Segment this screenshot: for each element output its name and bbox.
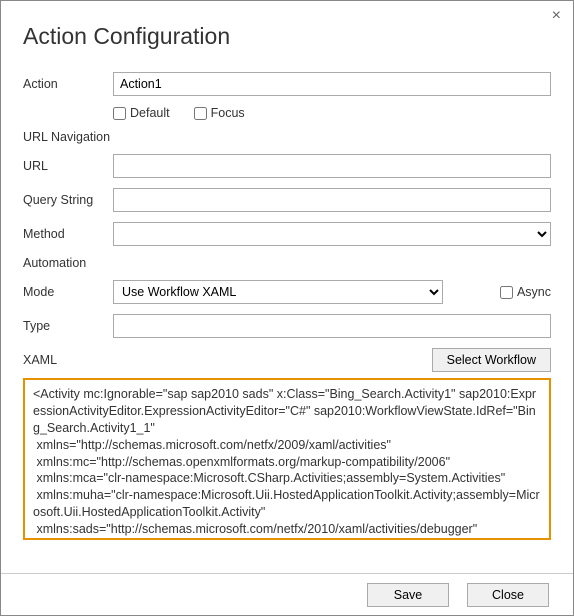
- method-label: Method: [23, 227, 113, 241]
- focus-checkbox-label: Focus: [211, 106, 245, 120]
- type-label: Type: [23, 319, 113, 333]
- save-button[interactable]: Save: [367, 583, 449, 607]
- default-checkbox[interactable]: [113, 107, 126, 120]
- method-select[interactable]: [113, 222, 551, 246]
- action-input[interactable]: [113, 72, 551, 96]
- async-checkbox-wrap[interactable]: Async: [500, 285, 551, 299]
- mode-label: Mode: [23, 285, 113, 299]
- query-string-label: Query String: [23, 193, 113, 207]
- close-icon[interactable]: ×: [552, 7, 561, 25]
- focus-checkbox[interactable]: [194, 107, 207, 120]
- action-label: Action: [23, 77, 113, 91]
- dialog-title: Action Configuration: [23, 23, 551, 50]
- select-workflow-button[interactable]: Select Workflow: [432, 348, 551, 372]
- url-label: URL: [23, 159, 113, 173]
- default-checkbox-wrap[interactable]: Default: [113, 106, 170, 120]
- default-checkbox-label: Default: [130, 106, 170, 120]
- type-input[interactable]: [113, 314, 551, 338]
- xaml-textbox[interactable]: <Activity mc:Ignorable="sap sap2010 sads…: [23, 378, 551, 540]
- automation-section: Automation: [23, 256, 551, 270]
- xaml-label: XAML: [23, 353, 113, 367]
- close-button[interactable]: Close: [467, 583, 549, 607]
- query-string-input[interactable]: [113, 188, 551, 212]
- mode-select[interactable]: Use Workflow XAML: [113, 280, 443, 304]
- async-checkbox[interactable]: [500, 286, 513, 299]
- async-checkbox-label: Async: [517, 285, 551, 299]
- dialog-footer: Save Close: [1, 573, 573, 615]
- focus-checkbox-wrap[interactable]: Focus: [194, 106, 245, 120]
- url-navigation-section: URL Navigation: [23, 130, 551, 144]
- dialog-body: Action Configuration Action Default Focu…: [1, 1, 573, 540]
- url-input[interactable]: [113, 154, 551, 178]
